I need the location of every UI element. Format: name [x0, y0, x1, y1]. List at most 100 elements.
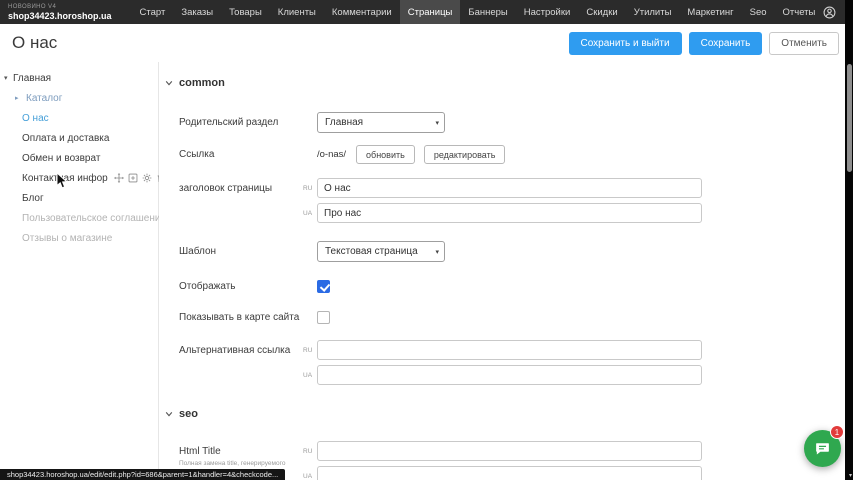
template-label: Шаблон: [163, 241, 317, 257]
menu-item-pages[interactable]: Страницы: [400, 0, 461, 24]
cancel-button[interactable]: Отменить: [769, 32, 839, 55]
scrollbar-down-icon[interactable]: ▾: [849, 472, 852, 479]
shop-logo[interactable]: НОВОВИНО V4 shop34423.horoshop.ua: [0, 0, 120, 24]
sidebar-item-soglashenie[interactable]: Пользовательское соглашение: [0, 208, 158, 228]
section-seo[interactable]: seo: [165, 407, 845, 421]
menu-item-clients[interactable]: Клиенты: [270, 0, 324, 24]
link-edit-button[interactable]: редактировать: [424, 145, 506, 164]
topbar: НОВОВИНО V4 shop34423.horoshop.ua Старт …: [0, 0, 853, 24]
lang-ua-label: UA: [303, 473, 312, 480]
chevron-down-icon: [165, 410, 173, 418]
sitemap-checkbox[interactable]: [317, 311, 330, 324]
page-title-label: заголовок страницы: [163, 178, 317, 194]
chat-launcher-button[interactable]: 1: [804, 430, 841, 467]
gear-icon[interactable]: [142, 173, 152, 183]
parent-section-row: Родительский раздел Главная ▾: [163, 112, 845, 133]
status-url-tooltip: shop34423.horoshop.ua/edit/edit.php?id=6…: [0, 469, 285, 480]
menu-item-banners[interactable]: Баннеры: [460, 0, 515, 24]
chevron-down-icon: ▾: [435, 119, 439, 127]
sidebar-item-obmen-vozvrat[interactable]: Обмен и возврат: [0, 148, 158, 168]
page-title-ua-input[interactable]: [317, 203, 702, 223]
sidebar-item-o-nas[interactable]: О нас: [0, 108, 158, 128]
template-value: Текстовая страница: [325, 246, 418, 257]
sidebar-item-label: Отзывы о магазине: [22, 233, 112, 244]
template-row: Шаблон Текстовая страница ▾: [163, 241, 845, 262]
menu-item-discounts[interactable]: Скидки: [578, 0, 625, 24]
sidebar-item-kontaktnaya-info[interactable]: Контактная инфор: [0, 168, 158, 188]
main-menu: Старт Заказы Товары Клиенты Комментарии …: [132, 0, 824, 24]
html-title-ua-input[interactable]: [317, 466, 702, 480]
html-title-hint: Полная замена title, генерируемого: [179, 460, 309, 468]
template-select[interactable]: Текстовая страница ▾: [317, 241, 445, 262]
sidebar-item-label: Каталог: [26, 93, 62, 104]
menu-item-settings[interactable]: Настройки: [516, 0, 579, 24]
save-exit-button[interactable]: Сохранить и выйти: [569, 32, 682, 55]
section-common[interactable]: common: [165, 76, 845, 90]
chevron-down-icon[interactable]: ▾: [4, 74, 8, 82]
lang-ru-label: RU: [303, 347, 312, 354]
menu-item-marketing[interactable]: Маркетинг: [679, 0, 741, 24]
sidebar-item-label: Пользовательское соглашение: [22, 213, 166, 224]
chat-bubble-icon: [814, 440, 831, 457]
pages-tree: ▾ Главная ▸ Каталог О нас Оплата и доста…: [0, 62, 158, 480]
sidebar-item-glavnaya[interactable]: ▾ Главная: [0, 68, 158, 88]
logo-version-label: НОВОВИНО V4: [8, 4, 112, 11]
sidebar-item-oplata-dostavka[interactable]: Оплата и доставка: [0, 128, 158, 148]
menu-item-reports[interactable]: Отчеты: [775, 0, 824, 24]
link-value: /o-nas/: [317, 149, 346, 160]
html-title-ru-input[interactable]: [317, 441, 702, 461]
sidebar-item-blog[interactable]: Блог: [0, 188, 158, 208]
sidebar-item-otzyvy[interactable]: Отзывы о магазине: [0, 228, 158, 248]
save-button[interactable]: Сохранить: [689, 32, 763, 55]
link-label: Ссылка: [163, 149, 317, 160]
add-icon[interactable]: [128, 173, 138, 183]
lang-ru-label: RU: [303, 448, 312, 455]
alt-link-ua-input[interactable]: [317, 365, 702, 385]
chevron-right-icon[interactable]: ▸: [15, 94, 19, 102]
menu-item-orders[interactable]: Заказы: [173, 0, 221, 24]
sidebar-item-label: О нас: [22, 113, 49, 124]
shop-domain: shop34423.horoshop.ua: [8, 11, 112, 21]
html-title-label: Html Title Полная замена title, генериру…: [163, 441, 317, 468]
alt-link-ru-input[interactable]: [317, 340, 702, 360]
page-title-row: заголовок страницы RU UA: [163, 178, 845, 223]
sidebar-item-label: Оплата и доставка: [22, 133, 109, 144]
lang-ua-label: UA: [303, 210, 312, 217]
page-edit-form: common Родительский раздел Главная ▾ Ссы…: [159, 62, 845, 480]
sidebar-item-label: Контактная инфор: [22, 173, 108, 184]
parent-section-label: Родительский раздел: [163, 112, 317, 128]
menu-item-comments[interactable]: Комментарии: [324, 0, 400, 24]
sidebar-item-label: Главная: [13, 73, 51, 84]
menu-item-seo[interactable]: Seo: [742, 0, 775, 24]
menu-item-utilities[interactable]: Утилиты: [626, 0, 680, 24]
sitemap-label: Показывать в карте сайта: [163, 312, 317, 323]
window-scrollbar: ▾: [845, 0, 853, 480]
chevron-down-icon: ▾: [435, 248, 439, 256]
parent-section-select[interactable]: Главная ▾: [317, 112, 445, 133]
display-row: Отображать: [163, 280, 845, 293]
page-header: О нас Сохранить и выйти Сохранить Отмени…: [0, 24, 845, 62]
display-label: Отображать: [163, 281, 317, 292]
link-update-button[interactable]: обновить: [356, 145, 415, 164]
sitemap-row: Показывать в карте сайта: [163, 311, 845, 324]
app-root: { "topbar": { "logo_top": "НОВОВИНО V4",…: [0, 0, 853, 480]
tree-item-actions: [114, 173, 166, 183]
display-checkbox[interactable]: [317, 280, 330, 293]
sidebar-item-label: Обмен и возврат: [22, 153, 100, 164]
sidebar-item-label: Блог: [22, 193, 44, 204]
scrollbar-thumb[interactable]: [847, 64, 852, 172]
alt-link-label: Альтернативная ссылка: [163, 340, 317, 356]
chat-unread-badge: 1: [830, 425, 844, 439]
parent-section-value: Главная: [325, 117, 363, 128]
page-title-ru-input[interactable]: [317, 178, 702, 198]
alt-link-row: Альтернативная ссылка RU UA: [163, 340, 845, 385]
menu-item-start[interactable]: Старт: [132, 0, 174, 24]
move-icon[interactable]: [114, 173, 124, 183]
lang-ua-label: UA: [303, 372, 312, 379]
page-title: О нас: [12, 33, 57, 53]
chevron-down-icon: [165, 79, 173, 87]
menu-item-products[interactable]: Товары: [221, 0, 270, 24]
account-icon[interactable]: [823, 6, 836, 19]
sidebar-item-katalog[interactable]: ▸ Каталог: [0, 88, 158, 108]
section-common-label: common: [179, 77, 225, 89]
